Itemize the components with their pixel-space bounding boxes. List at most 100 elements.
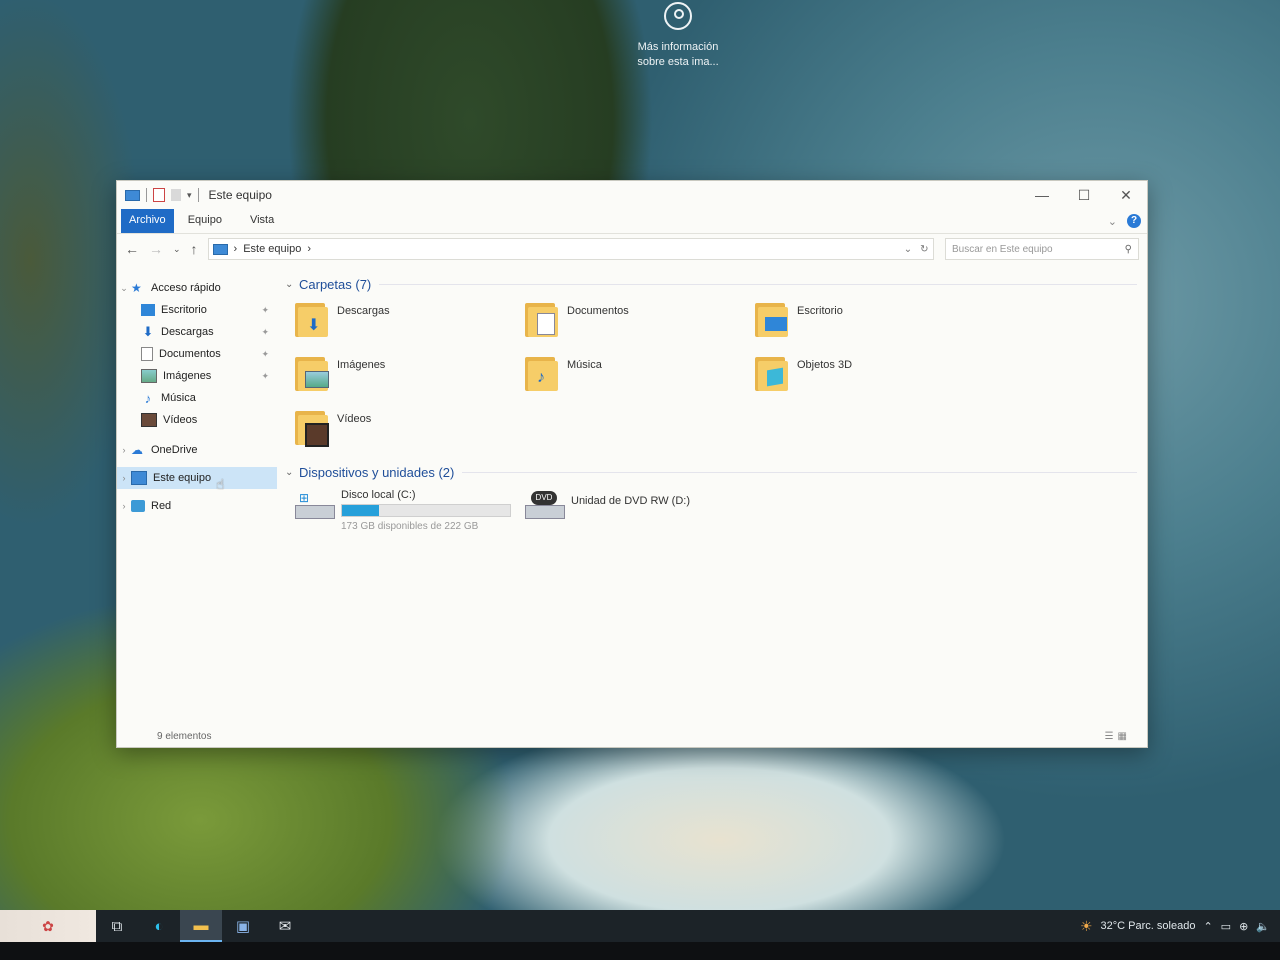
address-dropdown-icon[interactable]: ⌄: [904, 244, 912, 255]
drive-usage-bar: [341, 504, 511, 517]
tab-equipo[interactable]: Equipo: [174, 209, 236, 233]
refresh-icon[interactable]: ↻: [920, 244, 928, 255]
search-placeholder: Buscar en Este equipo: [952, 243, 1053, 255]
volume-icon[interactable]: 🔈: [1256, 920, 1270, 933]
expand-chevron-icon[interactable]: ›: [117, 501, 131, 511]
sidebar-item-musica[interactable]: ♪ Música: [117, 387, 277, 409]
navigation-pane: ⌄ ★ Acceso rápido Escritorio ✦ ⬇ Descarg…: [117, 263, 277, 725]
search-input[interactable]: Buscar en Este equipo ⚲: [945, 238, 1139, 260]
pin-icon: ✦: [261, 348, 269, 359]
language-icon[interactable]: ⊕: [1239, 920, 1248, 933]
drive-d[interactable]: DVD Unidad de DVD RW (D:): [525, 489, 755, 535]
network-tray-icon[interactable]: ▭: [1221, 920, 1231, 933]
sidebar-item-imagenes[interactable]: Imágenes ✦: [117, 365, 277, 387]
address-actions: ⌄ ↻: [904, 244, 933, 255]
tab-archivo[interactable]: Archivo: [121, 209, 174, 233]
dvd-drive-icon: DVD: [525, 489, 565, 523]
new-folder-icon[interactable]: [171, 189, 181, 201]
large-icons-view-icon[interactable]: ▦: [1118, 731, 1131, 742]
sidebar-item-label: Música: [161, 392, 196, 404]
recent-locations-icon[interactable]: ⌄: [173, 244, 181, 255]
expand-ribbon-icon[interactable]: ⌄: [1108, 215, 1117, 228]
sidebar-item-onedrive[interactable]: › ☁ OneDrive: [117, 439, 277, 461]
sidebar-item-videos[interactable]: Vídeos: [117, 409, 277, 431]
tray-chevron-icon[interactable]: ⌃: [1203, 920, 1212, 933]
expand-chevron-icon[interactable]: ⌄: [117, 283, 131, 294]
music-folder-icon: ♪: [525, 355, 559, 391]
desktop-folder-icon: [755, 301, 789, 337]
edge-icon[interactable]: ◐: [138, 910, 180, 942]
desktop-icon: [141, 304, 155, 316]
network-icon: [131, 500, 145, 512]
file-explorer-icon[interactable]: ▬: [180, 910, 222, 942]
search-icon: ⚲: [1124, 243, 1132, 255]
task-view-button[interactable]: ⧉: [96, 910, 138, 942]
navigation-row: ← → ⌄ ↑ › Este equipo › ⌄ ↻ Buscar en Es…: [117, 234, 1147, 264]
document-icon: [141, 347, 153, 361]
back-arrow-icon[interactable]: ←: [125, 241, 139, 257]
customize-toolbar-icon[interactable]: ▾: [187, 190, 192, 201]
folder-documentos[interactable]: Documentos: [525, 301, 755, 345]
folders-group-header[interactable]: ⌄ Carpetas (7): [285, 273, 1147, 295]
devices-group-title: Dispositivos y unidades (2): [299, 464, 455, 480]
tab-vista[interactable]: Vista: [236, 209, 288, 233]
folder-musica[interactable]: ♪ Música: [525, 355, 755, 399]
sidebar-item-documentos[interactable]: Documentos ✦: [117, 343, 277, 365]
pictures-folder-icon: [295, 355, 329, 391]
divider: [462, 471, 1137, 473]
search-widget[interactable]: ✿: [0, 910, 96, 942]
weather-icon[interactable]: ☀: [1080, 918, 1093, 935]
sidebar-item-este-equipo[interactable]: › Este equipo: [117, 467, 277, 489]
system-tray: ☀ 32°C Parc. soleado ⌃ ▭ ⊕ 🔈: [1080, 918, 1280, 935]
properties-icon[interactable]: [153, 188, 165, 202]
sidebar-item-quick-access[interactable]: ⌄ ★ Acceso rápido: [117, 277, 277, 299]
folder-label: Documentos: [567, 305, 629, 317]
pictures-icon: [141, 369, 157, 383]
details-view-icon[interactable]: ☰: [1105, 731, 1118, 742]
sidebar-item-red[interactable]: › Red: [117, 495, 277, 517]
taskbar: ✿ ⧉ ◐ ▬ ▣ ✉ ☀ 32°C Parc. soleado ⌃ ▭ ⊕ 🔈: [0, 910, 1280, 942]
breadcrumb-este-equipo[interactable]: Este equipo: [243, 243, 301, 255]
weather-text[interactable]: 32°C Parc. soleado: [1101, 920, 1196, 932]
3d-objects-folder-icon: [755, 355, 789, 391]
folder-label: Música: [567, 359, 602, 371]
collapse-chevron-icon[interactable]: ⌄: [285, 467, 299, 478]
folder-label: Escritorio: [797, 305, 843, 317]
sidebar-item-descargas[interactable]: ⬇ Descargas ✦: [117, 321, 277, 343]
folder-descargas[interactable]: ⬇ Descargas: [295, 301, 525, 345]
folder-videos[interactable]: Vídeos: [295, 409, 525, 453]
lockscreen-info-line1: Más información: [637, 41, 719, 53]
drive-c[interactable]: ⊞ Disco local (C:) 173 GB disponibles de…: [295, 489, 525, 535]
hard-drive-icon: ⊞: [295, 489, 335, 523]
mail-icon[interactable]: ✉: [264, 910, 306, 942]
download-icon: ⬇: [142, 324, 154, 339]
folders-grid: ⬇ Descargas Documentos Escritorio Imágen…: [285, 295, 1147, 461]
item-count: 9 elementos: [157, 730, 212, 742]
store-icon[interactable]: ▣: [222, 910, 264, 942]
expand-chevron-icon[interactable]: ›: [117, 473, 131, 483]
title-bar[interactable]: ▾ Este equipo — ☐ ✕: [117, 181, 1147, 209]
sidebar-item-label: Acceso rápido: [151, 282, 221, 294]
close-button[interactable]: ✕: [1105, 181, 1147, 209]
up-arrow-icon[interactable]: ↑: [191, 241, 198, 257]
address-bar[interactable]: › Este equipo › ⌄ ↻: [207, 238, 934, 260]
help-icon[interactable]: ?: [1127, 214, 1141, 228]
drives-grid: ⊞ Disco local (C:) 173 GB disponibles de…: [285, 483, 1147, 543]
folder-escritorio[interactable]: Escritorio: [755, 301, 985, 345]
maximize-button[interactable]: ☐: [1063, 181, 1105, 209]
lockscreen-info[interactable]: Más información sobre esta ima...: [628, 0, 728, 70]
folder-imagenes[interactable]: Imágenes: [295, 355, 525, 399]
pin-icon: ✦: [261, 370, 269, 381]
drive-label: Disco local (C:): [341, 489, 416, 501]
sidebar-item-escritorio[interactable]: Escritorio ✦: [117, 299, 277, 321]
sidebar-item-label: Red: [151, 500, 172, 512]
expand-chevron-icon[interactable]: ›: [117, 445, 131, 455]
view-toggle[interactable]: ☰▦: [1105, 731, 1147, 742]
devices-group-header[interactable]: ⌄ Dispositivos y unidades (2): [285, 461, 1147, 483]
folder-objetos-3d[interactable]: Objetos 3D: [755, 355, 985, 399]
status-bar: 9 elementos ☰▦: [117, 725, 1147, 747]
window-controls: — ☐ ✕: [1021, 181, 1147, 209]
minimize-button[interactable]: —: [1021, 181, 1063, 209]
collapse-chevron-icon[interactable]: ⌄: [285, 279, 299, 290]
forward-arrow-icon[interactable]: →: [149, 241, 163, 257]
